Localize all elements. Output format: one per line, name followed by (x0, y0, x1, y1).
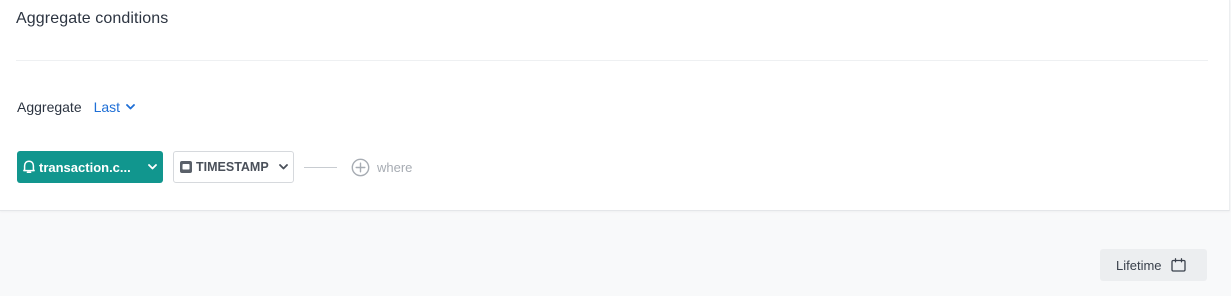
event-select-button[interactable]: transaction.c... (17, 151, 163, 183)
chevron-down-icon (126, 104, 135, 110)
attribute-select-button[interactable]: TIMESTAMP (173, 151, 294, 183)
chevron-down-icon (279, 164, 288, 170)
lifetime-button[interactable]: Lifetime (1100, 249, 1207, 281)
condition-connector-line (304, 166, 337, 168)
where-label: where (377, 159, 413, 175)
add-where-button[interactable]: where (351, 158, 412, 177)
aggregate-dropdown[interactable]: Last (94, 99, 135, 115)
aggregate-row: Aggregate Last (17, 99, 135, 115)
aggregate-conditions-card: Aggregate conditions Aggregate Last tran… (0, 0, 1230, 211)
attribute-name: TIMESTAMP (196, 160, 269, 174)
section-divider (16, 60, 1208, 61)
calendar-box-icon (180, 161, 192, 173)
section-title: Aggregate conditions (16, 10, 169, 27)
event-bell-icon (23, 159, 35, 173)
aggregate-label: Aggregate (17, 99, 82, 115)
aggregate-selected-value: Last (93, 99, 121, 115)
lifetime-label: Lifetime (1116, 257, 1162, 273)
chevron-down-icon (148, 164, 157, 170)
event-name: transaction.c... (39, 159, 131, 175)
condition-row: transaction.c... TIMESTAMP where (17, 151, 412, 183)
add-circle-icon (351, 158, 370, 176)
calendar-icon (1170, 258, 1186, 272)
